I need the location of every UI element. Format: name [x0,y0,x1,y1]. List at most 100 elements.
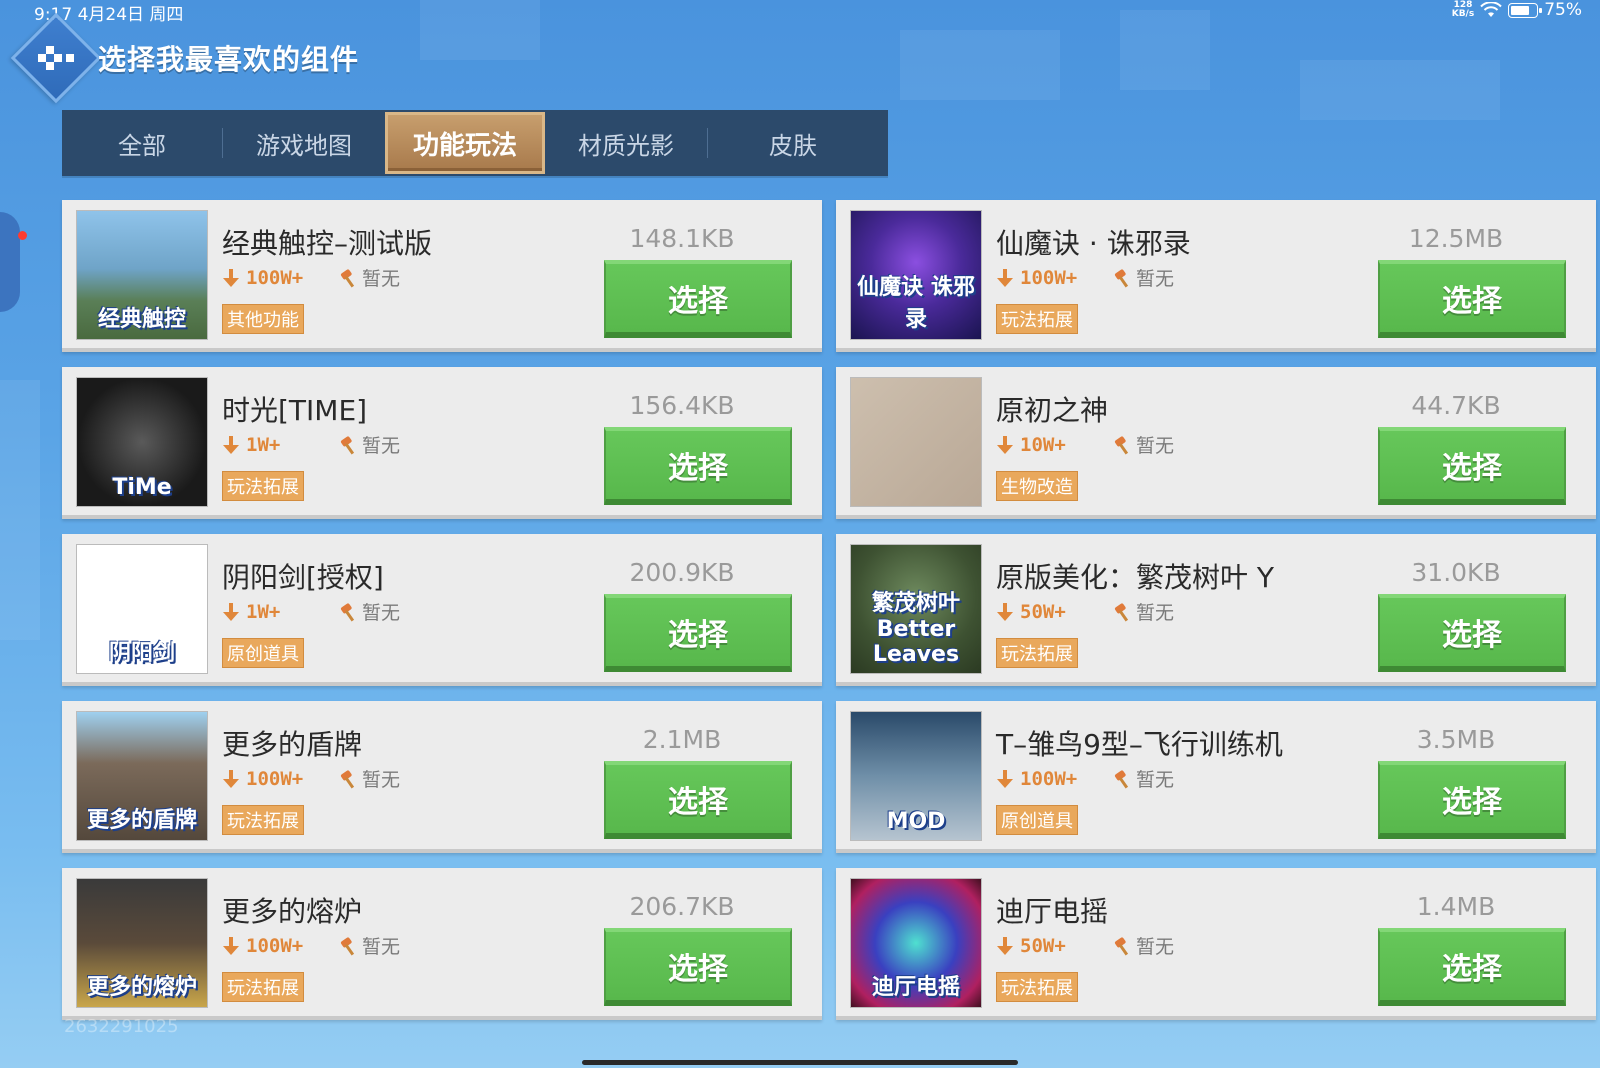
select-button[interactable]: 选择 [604,594,792,672]
component-stats: 100W+ 暂无 [996,765,1174,792]
category-tag: 生物改造 [996,471,1078,501]
component-card[interactable]: 迪厅电摇 迪厅电摇 50W+ 暂无 玩法拓展 1.4MB 选择 [836,868,1596,1020]
component-thumbnail[interactable]: 阴阳剑 [76,544,208,674]
download-arrow-icon [997,268,1013,287]
component-stats: 1W+ 暂无 [222,598,400,625]
component-card[interactable]: 更多的盾牌 更多的盾牌 100W+ 暂无 玩法拓展 2.1MB 选择 [62,701,822,853]
battery-level-fill [1511,5,1530,15]
background-decoration [1120,10,1210,90]
rating-text: 暂无 [362,435,401,457]
rating-hammer-icon [1114,602,1129,621]
network-speed: 128 KB/s [1452,1,1474,19]
component-card[interactable]: MOD T–雏鸟9型–飞行训练机 100W+ 暂无 原创道具 3.5MB 选择 [836,701,1596,853]
home-indicator[interactable] [582,1060,1018,1065]
select-button[interactable]: 选择 [604,427,792,505]
thumbnail-caption: TiMe [112,475,172,500]
select-button[interactable]: 选择 [1378,761,1566,839]
component-stats: 10W+ 暂无 [996,431,1174,458]
component-card[interactable]: 更多的熔炉 更多的熔炉 100W+ 暂无 玩法拓展 206.7KB 选择 [62,868,822,1020]
rating-hammer-icon [1114,435,1129,454]
component-thumbnail[interactable]: 繁茂树叶 Better Leaves [850,544,982,674]
download-arrow-icon [223,602,239,621]
component-stats: 100W+ 暂无 [222,932,400,959]
component-thumbnail[interactable]: TiMe [76,377,208,507]
rating-text: 暂无 [362,602,401,624]
category-tag: 原创道具 [222,638,304,668]
select-button[interactable]: 选择 [1378,594,1566,672]
download-arrow-icon [223,769,239,788]
rating-hammer-icon [1114,268,1129,287]
wifi-icon [1480,1,1502,18]
file-size: 12.5MB [1408,224,1504,253]
download-count: 100W+ [246,266,304,289]
category-tag: 玩法拓展 [996,304,1078,334]
tab-game-maps[interactable]: 游戏地图 [223,112,385,174]
tab-gameplay-functions[interactable]: 功能玩法 [385,112,545,174]
component-card[interactable]: 阴阳剑 阴阳剑[授权] 1W+ 暂无 原创道具 200.9KB 选择 [62,534,822,686]
download-arrow-icon [997,435,1013,454]
tab-textures-shaders[interactable]: 材质光影 [545,112,707,174]
rating-text: 暂无 [1136,769,1175,791]
rating-text: 暂无 [1136,268,1175,290]
component-stats: 100W+ 暂无 [222,264,400,291]
category-tab-bar: 全部 游戏地图 功能玩法 材质光影 皮肤 [62,110,888,176]
component-title: 原版美化：繁茂树叶 Y [996,561,1275,594]
background-decoration [0,380,40,640]
component-thumbnail[interactable]: 仙魔诀 诛邪录 [850,210,982,340]
select-button[interactable]: 选择 [1378,928,1566,1006]
thumbnail-caption: 阴阳剑 [108,641,175,666]
select-button[interactable]: 选择 [1378,427,1566,505]
side-drawer-handle[interactable] [0,212,20,312]
component-card[interactable]: TiMe 时光[TIME] 1W+ 暂无 玩法拓展 156.4KB 选择 [62,367,822,519]
thumbnail-caption: 更多的熔炉 [86,975,197,1000]
select-button[interactable]: 选择 [604,260,792,338]
component-thumbnail[interactable]: 更多的熔炉 [76,878,208,1008]
component-thumbnail[interactable]: 迪厅电摇 [850,878,982,1008]
component-title: 仙魔诀 · 诛邪录 [996,227,1191,260]
rating-hammer-icon [1114,936,1129,955]
component-card[interactable]: 经典触控 经典触控–测试版 100W+ 暂无 其他功能 148.1KB 选择 [62,200,822,352]
component-thumbnail[interactable]: 更多的盾牌 [76,711,208,841]
download-count: 50W+ [1020,600,1066,623]
file-size: 2.1MB [642,725,722,754]
category-tag: 玩法拓展 [996,972,1078,1002]
download-count: 1W+ [246,600,281,623]
rating-text: 暂无 [362,936,401,958]
rating-hammer-icon [340,435,355,454]
tab-skins[interactable]: 皮肤 [708,112,878,174]
component-title: 迪厅电摇 [996,895,1109,928]
thumbnail-caption: 经典触控 [97,307,186,332]
tab-all[interactable]: 全部 [62,112,222,174]
select-button[interactable]: 选择 [1378,260,1566,338]
component-stats: 50W+ 暂无 [996,598,1174,625]
component-card[interactable]: 原初之神 10W+ 暂无 生物改造 44.7KB 选择 [836,367,1596,519]
component-thumbnail[interactable]: MOD [850,711,982,841]
select-button[interactable]: 选择 [604,761,792,839]
file-size: 3.5MB [1416,725,1496,754]
component-card[interactable]: 繁茂树叶 Better Leaves 原版美化：繁茂树叶 Y 50W+ 暂无 玩… [836,534,1596,686]
download-arrow-icon [997,936,1013,955]
user-id: 2632291025 [64,1016,179,1037]
component-card[interactable]: 仙魔诀 诛邪录 仙魔诀 · 诛邪录 100W+ 暂无 玩法拓展 12.5MB 选… [836,200,1596,352]
thumbnail-caption: MOD [886,809,946,834]
rating-text: 暂无 [1136,602,1175,624]
component-thumbnail[interactable] [850,377,982,507]
rating-text: 暂无 [1136,936,1175,958]
component-title: 原初之神 [996,394,1109,427]
rating-text: 暂无 [362,268,401,290]
download-arrow-icon [223,435,239,454]
component-thumbnail[interactable]: 经典触控 [76,210,208,340]
network-speed-unit: KB/s [1451,9,1475,19]
back-arrow-icon [38,46,74,70]
download-count: 100W+ [246,934,304,957]
thumbnail-caption: 仙魔诀 诛邪录 [857,275,975,332]
category-tag: 玩法拓展 [222,972,304,1002]
download-count: 1W+ [246,433,281,456]
download-count: 100W+ [1020,266,1078,289]
thumbnail-caption: 迪厅电摇 [871,975,960,1000]
select-button[interactable]: 选择 [604,928,792,1006]
category-tag: 玩法拓展 [222,805,304,835]
category-tag: 玩法拓展 [996,638,1078,668]
category-tag: 玩法拓展 [222,471,304,501]
rating-text: 暂无 [1136,435,1175,457]
